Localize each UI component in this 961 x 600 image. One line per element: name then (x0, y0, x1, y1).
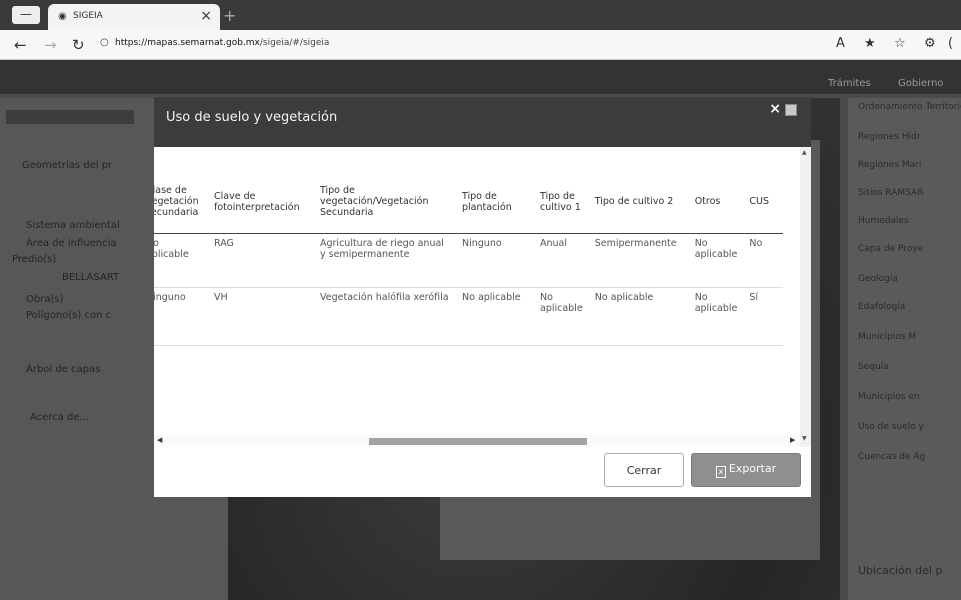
rp-regiones-hidr[interactable]: Regiones Hidr (858, 132, 921, 142)
rp-cuencas[interactable]: Cuencas de Ag (858, 452, 925, 462)
layer-predios[interactable]: Predio(s) (12, 254, 56, 265)
right-panel: Ordenamiento Territorio Regiones Hidr Re… (848, 98, 961, 600)
rp-municipios-en[interactable]: Municipios en (858, 392, 920, 402)
rp-humedales[interactable]: Humedales (858, 216, 909, 226)
tab-close-icon[interactable]: × (200, 8, 212, 24)
rp-sitios-ramsar[interactable]: Sitios RAMSAR (858, 188, 923, 198)
col-header: Otros (688, 171, 744, 234)
extensions-icon[interactable]: ⚙ (924, 36, 936, 51)
col-header: Clase de vegetación secundaria (154, 171, 208, 234)
table-cell: Semipermanente (588, 233, 689, 288)
rp-capa-proye[interactable]: Capa de Proye (858, 244, 923, 254)
table-cell: Agricultura de riego anual y semipermane… (314, 233, 456, 288)
uso-suelo-table: Clase de vegetación secundaria Clave de … (154, 171, 784, 346)
geometrias-header: Geometrías del pr (22, 160, 113, 171)
modal-title: Uso de suelo y vegetación (166, 110, 338, 125)
browser-tab-bar: — ◉ SIGEIA × + (0, 0, 961, 30)
tab-title: SIGEIA (73, 11, 103, 21)
table-cell: No aplicable (154, 233, 208, 288)
exportar-button[interactable]: x Exportar (691, 453, 801, 487)
table-container[interactable]: Clase de vegetación secundaria Clave de … (154, 147, 800, 435)
close-icon[interactable]: × (769, 101, 781, 117)
rp-geologia[interactable]: Geología (858, 274, 898, 284)
rp-edafologia[interactable]: Edafología (858, 302, 905, 312)
favorite-star-icon[interactable]: ★ (864, 36, 876, 51)
vertical-scrollbar[interactable]: ▲ ▼ (800, 147, 811, 447)
table-cell: No aplicable (688, 233, 744, 288)
map-toolbar[interactable] (6, 110, 134, 124)
rp-municipios-m[interactable]: Municipios M (858, 332, 916, 342)
table-cell: No aplicable (534, 287, 589, 346)
table-cell: Ninguno (456, 233, 534, 288)
arbol-capas-link[interactable]: Árbol de capas (26, 364, 100, 375)
maximize-icon[interactable] (785, 104, 797, 116)
horizontal-scrollbar[interactable]: ◀ ▶ (154, 435, 800, 447)
lock-icon[interactable]: ○ (100, 37, 109, 48)
address-bar: ← → ↻ ○ https://mapas.semarnat.gob.mx/si… (0, 30, 961, 60)
layer-poligonos[interactable]: Polígono(s) con c (26, 310, 111, 321)
scroll-left-icon[interactable]: ◀ (157, 436, 162, 444)
read-aloud-icon[interactable]: A (836, 36, 845, 51)
table-row: Ninguno VH Vegetación halófila xerófila … (154, 287, 784, 346)
col-header: Tipo de cultivo 2 (588, 171, 689, 234)
table-cell: Anual (534, 233, 589, 288)
table-cell: Ninguno (154, 287, 208, 346)
favorites-icon[interactable]: ☆ (894, 36, 906, 51)
table-cell: RAG (208, 233, 314, 288)
layer-sistema-ambiental[interactable]: Sistema ambiental (26, 220, 120, 231)
table-row: No aplicable RAG Agricultura de riego an… (154, 233, 784, 288)
export-file-icon: x (715, 466, 726, 478)
scroll-right-icon[interactable]: ▶ (790, 436, 795, 444)
table-cell: No aplicable (588, 287, 689, 346)
table-cell: No aplicable (456, 287, 534, 346)
col-header: Tipo de plantación (456, 171, 534, 234)
table-cell: Vegetación halófila xerófila (314, 287, 456, 346)
scroll-down-icon[interactable]: ▼ (802, 435, 807, 442)
col-header: Tipo de cultivo 1 (534, 171, 589, 234)
browser-tab[interactable]: ◉ SIGEIA × (48, 4, 220, 30)
reload-icon[interactable]: ↻ (72, 36, 85, 54)
forward-icon[interactable]: → (44, 36, 57, 54)
uso-suelo-modal: Uso de suelo y vegetación × Clase de veg… (154, 97, 811, 497)
layer-area-influencia[interactable]: Área de influencia (26, 238, 117, 249)
layer-bellasart[interactable]: BELLASART (62, 272, 119, 283)
window-menu-button[interactable]: — (12, 6, 40, 24)
table-cell: VH (208, 287, 314, 346)
col-header: Clave de fotointerpretación (208, 171, 314, 234)
exportar-label: Exportar (728, 462, 777, 475)
top-nav: Trámites Gobierno (0, 60, 961, 94)
favicon-icon: ◉ (58, 11, 67, 22)
rp-sequia[interactable]: Sequía (858, 362, 889, 372)
table-cell: No aplicable (688, 287, 744, 346)
rp-uso-suelo[interactable]: Uso de suelo y (858, 422, 924, 432)
rp-regiones-mari[interactable]: Regiones Mari (858, 160, 921, 170)
ubicacion-title: Ubicación del p (858, 564, 943, 577)
col-header: Tipo de vegetación/Vegetación Secundaria (314, 171, 456, 234)
profile-icon[interactable]: ( (948, 36, 953, 51)
scroll-up-icon[interactable]: ▲ (802, 149, 807, 156)
table-header-row: Clase de vegetación secundaria Clave de … (154, 171, 784, 234)
rp-ordenamiento[interactable]: Ordenamiento Territorio (858, 102, 961, 112)
back-icon[interactable]: ← (14, 36, 27, 54)
layer-obras[interactable]: Obra(s) (26, 294, 63, 305)
horizontal-scroll-thumb[interactable] (369, 438, 587, 445)
nav-tramites[interactable]: Trámites (828, 78, 871, 89)
nav-gobierno[interactable]: Gobierno (898, 78, 944, 89)
acerca-link[interactable]: Acerca de... (30, 412, 89, 423)
table-cell: Sí (743, 287, 784, 346)
cerrar-button[interactable]: Cerrar (604, 453, 684, 487)
col-header: CUS (743, 171, 784, 234)
table-cell: No (743, 233, 784, 288)
url-path: /sigeia/#/sigeia (259, 38, 330, 48)
url-field[interactable]: https://mapas.semarnat.gob.mx/sigeia/#/s… (115, 38, 329, 48)
new-tab-button[interactable]: + (223, 6, 236, 25)
url-host: https://mapas.semarnat.gob.mx (115, 38, 260, 48)
modal-header: Uso de suelo y vegetación × (154, 97, 811, 147)
